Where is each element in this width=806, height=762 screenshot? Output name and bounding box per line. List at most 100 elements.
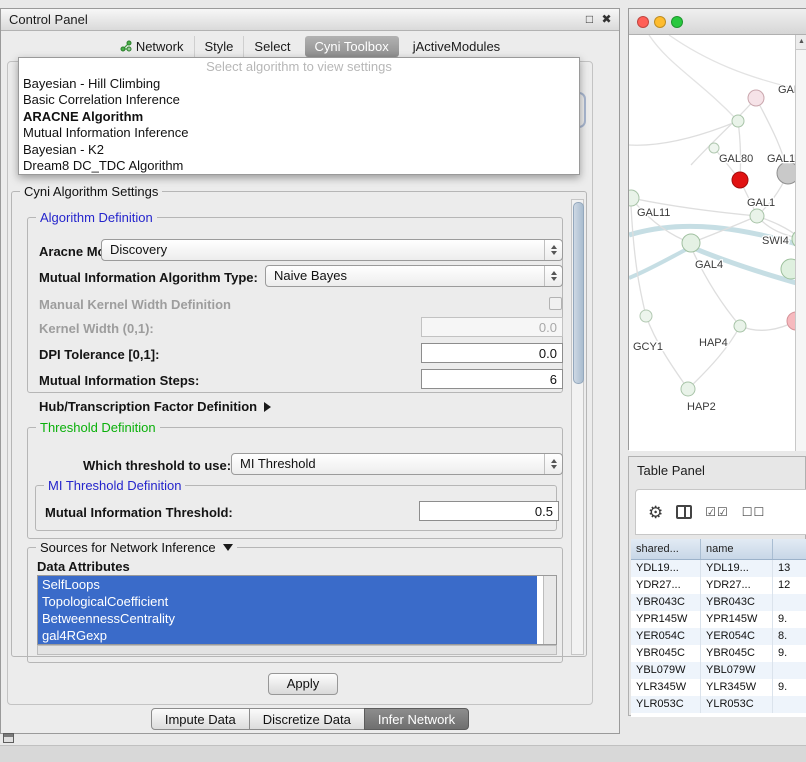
graph-node[interactable]	[709, 143, 719, 153]
table-cell: YDL19...	[631, 560, 701, 577]
aracne-mode-value: Discovery	[110, 242, 167, 257]
network-icon	[120, 40, 132, 52]
algorithm-option[interactable]: ARACNE Algorithm	[19, 109, 579, 126]
graph-node[interactable]	[734, 320, 746, 332]
graph-node[interactable]	[750, 209, 764, 223]
table-row[interactable]: YBR045CYBR045C9.	[631, 645, 806, 662]
tab-network[interactable]: Network	[110, 36, 194, 57]
graph-node-label: GAL1	[747, 197, 775, 209]
column-header-name[interactable]: name	[701, 539, 773, 559]
mi-threshold-field[interactable]: 0.5	[419, 501, 559, 521]
impute-data-tab[interactable]: Impute Data	[151, 708, 250, 730]
table-cell: YBR045C	[631, 645, 701, 662]
graph-node[interactable]	[732, 172, 748, 188]
mi-type-value: Naive Bayes	[274, 268, 347, 283]
control-panel-titlebar: Control Panel □ ✖	[1, 9, 619, 31]
table-cell: YLR053C	[631, 696, 701, 713]
scroll-up-arrow-icon[interactable]: ▲	[796, 35, 806, 50]
graph-node[interactable]	[682, 234, 700, 252]
mi-threshold-definition-title: MI Threshold Definition	[44, 478, 185, 493]
attribute-list-item[interactable]: gal4RGexp	[38, 627, 537, 644]
table-header: shared... name	[631, 539, 806, 560]
tab-select[interactable]: Select	[243, 36, 300, 57]
graph-node[interactable]	[629, 190, 639, 206]
dpi-tolerance-label: DPI Tolerance [0,1]:	[39, 347, 159, 362]
table-cell: YER054C	[631, 628, 701, 645]
minimize-traffic-light[interactable]	[654, 16, 666, 28]
graph-node[interactable]	[732, 115, 744, 127]
table-cell: YLR345W	[701, 679, 773, 696]
algorithm-placeholder-option[interactable]: Select algorithm to view settings	[19, 59, 579, 76]
attribute-list-item[interactable]: SelfLoops	[38, 576, 537, 593]
mi-type-select[interactable]: Naive Bayes	[265, 265, 563, 287]
table-cell	[773, 696, 806, 713]
algorithm-option[interactable]: Basic Correlation Inference	[19, 92, 579, 109]
infer-network-tab[interactable]: Infer Network	[364, 708, 469, 730]
sources-label: Sources for Network Inference	[40, 540, 216, 555]
tab-jactivemodules[interactable]: jActiveModules	[403, 36, 510, 57]
which-threshold-select[interactable]: MI Threshold	[231, 453, 563, 475]
attribute-list-hscrollbar[interactable]	[37, 645, 557, 655]
close-traffic-light[interactable]	[637, 16, 649, 28]
threshold-definition-title: Threshold Definition	[36, 420, 160, 435]
table-row[interactable]: YBL079WYBL079W	[631, 662, 806, 679]
column-header-extra[interactable]	[773, 539, 806, 559]
restore-panel-icon[interactable]	[3, 733, 14, 743]
settings-vscrollbar-thumb[interactable]	[573, 202, 584, 384]
float-window-icon[interactable]: □	[582, 12, 597, 26]
kernel-width-field[interactable]: 0.0	[421, 317, 563, 337]
algorithm-option[interactable]: Mutual Information Inference	[19, 125, 579, 142]
table-row[interactable]: YDL19...YDL19...13	[631, 560, 806, 577]
algorithm-option[interactable]: Bayesian - K2	[19, 142, 579, 159]
settings-vscrollbar[interactable]	[571, 199, 584, 655]
combo-arrows-icon	[544, 240, 562, 260]
show-columns-icon[interactable]	[676, 505, 692, 519]
table-cell: YBL079W	[631, 662, 701, 679]
mi-type-label: Mutual Information Algorithm Type:	[39, 270, 258, 285]
network-vscrollbar[interactable]: ▲	[795, 35, 806, 451]
discretize-data-tab[interactable]: Discretize Data	[249, 708, 365, 730]
aracne-mode-select[interactable]: Discovery	[101, 239, 563, 261]
zoom-traffic-light[interactable]	[671, 16, 683, 28]
algorithm-option[interactable]: Bayesian - Hill Climbing	[19, 76, 579, 93]
network-canvas[interactable]: GAL8GAL80GAL10GAL11GAL1SWI4GAL4GCY1HAP4H…	[629, 35, 806, 451]
table-cell: YBR045C	[701, 645, 773, 662]
graph-node[interactable]	[640, 310, 652, 322]
tab-style[interactable]: Style	[194, 36, 244, 57]
algorithm-option[interactable]: Dream8 DC_TDC Algorithm	[19, 158, 579, 175]
table-row[interactable]: YDR27...YDR27...12	[631, 577, 806, 594]
dpi-tolerance-field[interactable]: 0.0	[421, 343, 563, 363]
table-row[interactable]: YLR053CYLR053C	[631, 696, 806, 713]
cyni-mode-tabs: Impute Data Discretize Data Infer Networ…	[1, 708, 619, 730]
table-settings-gear-icon[interactable]: ⚙	[648, 504, 663, 521]
select-all-columns-icon[interactable]: ☑☑	[705, 505, 729, 519]
tab-cyni-toolbox[interactable]: Cyni Toolbox	[305, 36, 399, 57]
mi-threshold-label: Mutual Information Threshold:	[45, 505, 233, 520]
graph-edge	[631, 206, 646, 316]
deselect-all-columns-icon[interactable]: ☐☐	[742, 505, 766, 519]
table-row[interactable]: YBR043CYBR043C	[631, 594, 806, 611]
hub-definition-expander[interactable]: Hub/Transcription Factor Definition	[39, 399, 271, 414]
network-view-window: GAL8GAL80GAL10GAL11GAL1SWI4GAL4GCY1HAP4H…	[628, 8, 806, 450]
table-row[interactable]: YPR145WYPR145W9.	[631, 611, 806, 628]
close-window-icon[interactable]: ✖	[599, 12, 614, 26]
table-row[interactable]: YER054CYER054C8.	[631, 628, 806, 645]
mi-steps-field[interactable]: 6	[421, 369, 563, 389]
table-panel-window: Table Panel ⚙ ☑☑ ☐☐ shared... name YDL19…	[628, 456, 806, 716]
table-row[interactable]: YLR345WYLR345W9.	[631, 679, 806, 696]
graph-node-label: GAL80	[719, 153, 753, 165]
attribute-list-item[interactable]: TopologicalCoefficient	[38, 593, 537, 610]
graph-edge	[629, 247, 691, 278]
sources-expander[interactable]: Sources for Network Inference	[36, 540, 237, 555]
attribute-list-vscrollbar[interactable]	[543, 576, 556, 644]
graph-node-label: HAP2	[687, 401, 716, 413]
apply-button[interactable]: Apply	[268, 673, 338, 695]
graph-node[interactable]	[681, 382, 695, 396]
table-cell: YER054C	[701, 628, 773, 645]
data-attributes-list: SelfLoopsTopologicalCoefficientBetweenne…	[37, 575, 557, 645]
column-header-shared-name[interactable]: shared...	[631, 539, 701, 559]
manual-kernel-checkbox[interactable]	[549, 297, 562, 310]
attribute-list-item[interactable]: BetweennessCentrality	[38, 610, 537, 627]
graph-node[interactable]	[748, 90, 764, 106]
table-cell: 9.	[773, 611, 806, 628]
